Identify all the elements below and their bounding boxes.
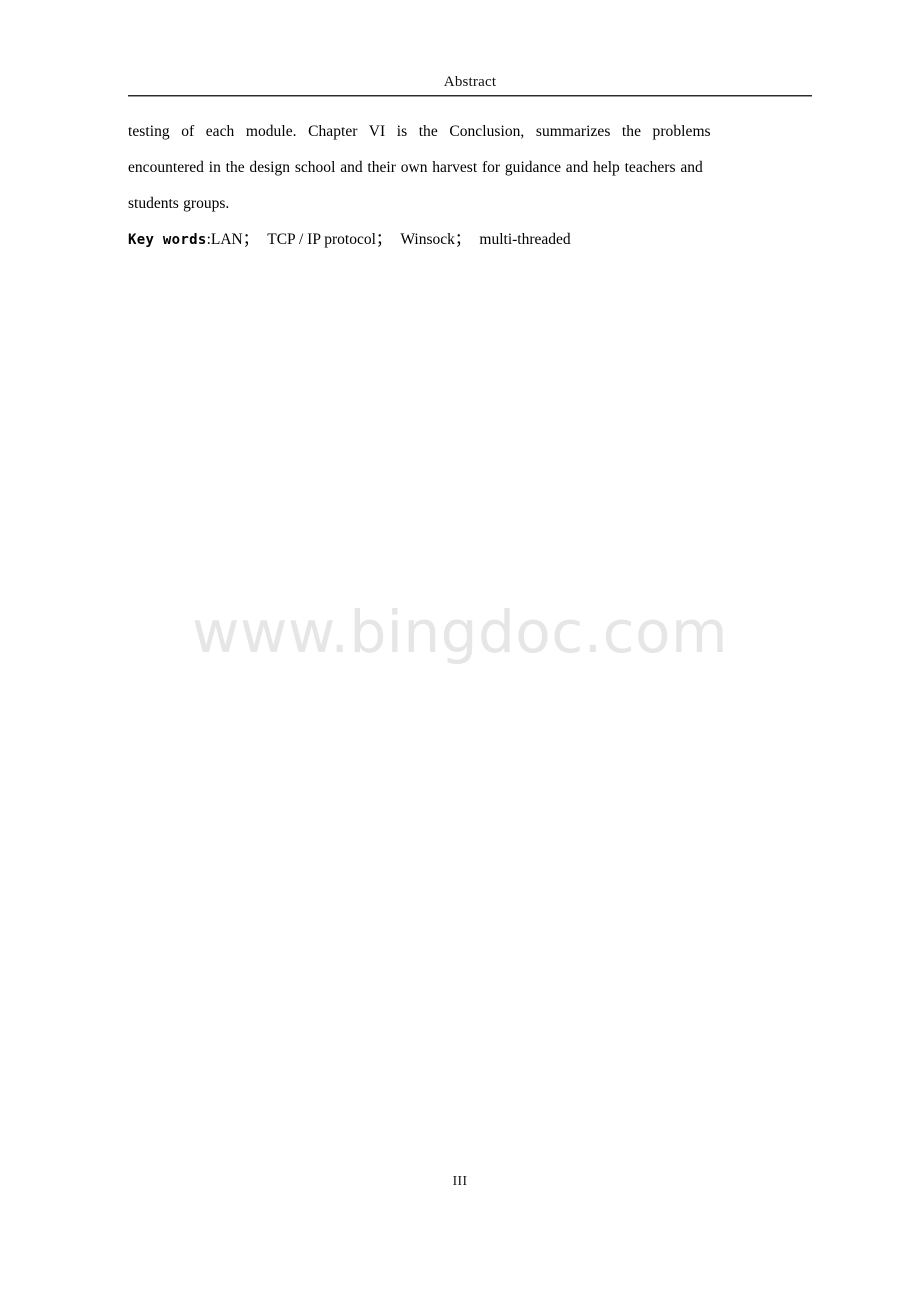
header-title: Abstract	[443, 74, 497, 90]
keyword-term-lan: LAN	[210, 231, 243, 248]
document-body: testing of each module. Chapter VI is th…	[128, 114, 812, 258]
page-watermark: www.bingdoc.com	[192, 598, 728, 666]
keywords-label: Key words	[128, 232, 207, 248]
paragraph-line: encountered in the design school and the…	[128, 159, 703, 176]
keyword-term-multi-threaded: multi-threaded	[479, 231, 571, 248]
paragraph-line: students groups.	[128, 195, 230, 212]
keywords-separator: ；	[242, 231, 259, 248]
keywords-line: Key words:LAN； TCP / IP protocol； Winsock；…	[128, 222, 812, 258]
document-page: Abstract testing of each module. Chapter…	[0, 0, 920, 1302]
page-number: III	[452, 1173, 468, 1188]
page-footer: III	[0, 1172, 920, 1190]
paragraph-line: testing of each module. Chapter VI is th…	[128, 123, 711, 140]
keyword-term-tcp-ip: TCP / IP protocol	[267, 231, 376, 248]
header-divider	[128, 95, 812, 97]
abstract-paragraph: testing of each module. Chapter VI is th…	[128, 114, 812, 222]
keywords-separator: ；	[375, 231, 392, 248]
keyword-term-winsock: Winsock	[400, 231, 455, 248]
keywords-separator: ；	[454, 231, 471, 248]
page-header: Abstract	[128, 72, 812, 97]
